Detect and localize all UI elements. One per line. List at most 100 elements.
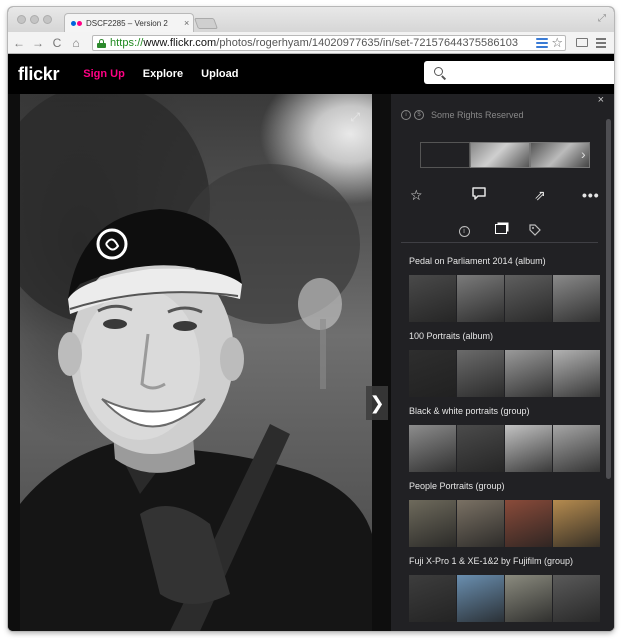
nav-explore-link[interactable]: Explore xyxy=(143,68,183,80)
album-thumbnail[interactable] xyxy=(553,575,600,622)
album-thumbnail[interactable] xyxy=(457,275,504,322)
omnibox-actions: ☆ xyxy=(536,36,563,49)
cc-noncommercial-icon: $ xyxy=(414,110,424,120)
album-title[interactable]: Pedal on Parliament 2014 (album) xyxy=(409,256,600,270)
album-thumbnail[interactable] xyxy=(409,350,456,397)
bookmark-star-icon[interactable]: ☆ xyxy=(551,36,563,49)
chevron-right-icon: ❯ xyxy=(369,392,385,413)
license-info[interactable]: i $ Some Rights Reserved xyxy=(401,110,524,120)
layers-icon[interactable] xyxy=(536,37,549,49)
minimize-window-button[interactable] xyxy=(30,15,39,24)
zoom-window-button[interactable] xyxy=(43,15,52,24)
tab-title: DSCF2285 – Version 2 xyxy=(86,18,168,28)
photo-actions: ☆ ⇗ ••• xyxy=(401,186,601,204)
album-thumbnail[interactable] xyxy=(505,575,552,622)
album-thumbnail[interactable] xyxy=(409,500,456,547)
album-thumbnail[interactable] xyxy=(505,275,552,322)
close-window-button[interactable] xyxy=(17,15,26,24)
search-box[interactable] xyxy=(424,61,614,84)
album-thumbnail[interactable] xyxy=(457,425,504,472)
album-thumbnail[interactable] xyxy=(505,350,552,397)
album-item[interactable]: Fuji X-Pro 1 & XE-1&2 by Fujifilm (group… xyxy=(409,556,600,622)
cast-icon[interactable] xyxy=(576,38,588,47)
album-thumbnail[interactable] xyxy=(553,425,600,472)
nav-signup-link[interactable]: Sign Up xyxy=(83,68,125,80)
tab-albums[interactable] xyxy=(492,224,510,237)
flickr-favicon-icon xyxy=(71,20,82,26)
nav-upload-link[interactable]: Upload xyxy=(201,68,238,80)
album-thumbnail[interactable] xyxy=(553,275,600,322)
rights-text: Some Rights Reserved xyxy=(431,110,524,120)
album-list: Pedal on Parliament 2014 (album) 100 Por… xyxy=(409,256,600,631)
url-scheme: https:// xyxy=(110,37,144,49)
close-panel-icon[interactable]: × xyxy=(598,94,604,106)
forward-icon[interactable]: → xyxy=(30,37,46,49)
album-thumbnails xyxy=(409,425,600,472)
portrait-illustration xyxy=(8,94,372,631)
album-title[interactable]: Fuji X-Pro 1 & XE-1&2 by Fujifilm (group… xyxy=(409,556,600,570)
album-thumbnails xyxy=(409,575,600,622)
album-item[interactable]: 100 Portraits (album) xyxy=(409,331,600,397)
new-tab-button[interactable] xyxy=(193,18,219,29)
album-thumbnails xyxy=(409,500,600,547)
address-bar[interactable]: https://www.flickr.com/photos/rogerhyam/… xyxy=(92,35,566,51)
album-title[interactable]: 100 Portraits (album) xyxy=(409,331,600,345)
albums-icon xyxy=(495,224,507,234)
side-panel: × i $ Some Rights Reserved › ☆ ⇗ ••• i P… xyxy=(391,94,614,631)
more-options-icon[interactable]: ••• xyxy=(582,186,600,204)
tab-info[interactable]: i xyxy=(455,224,473,237)
album-title[interactable]: Black & white portraits (group) xyxy=(409,406,600,420)
browser-window: DSCF2285 – Version 2 × ⤢ ← → C ⌂ https:/… xyxy=(8,7,614,631)
tag-icon xyxy=(529,224,541,236)
reload-icon[interactable]: C xyxy=(49,37,65,49)
browser-tab[interactable]: DSCF2285 – Version 2 × xyxy=(64,13,194,32)
tab-close-icon[interactable]: × xyxy=(184,18,189,28)
url-path: /photos/rogerhyam/14020977635/in/set-721… xyxy=(216,37,519,49)
browser-menu-icon[interactable] xyxy=(596,38,606,48)
album-item[interactable]: People Portraits (group) xyxy=(409,481,600,547)
photostream-empty-slot xyxy=(420,142,470,168)
cc-attribution-icon: i xyxy=(401,110,411,120)
panel-scrollbar[interactable] xyxy=(606,119,611,479)
tab-tags[interactable] xyxy=(526,224,544,239)
photostream-thumb-current[interactable] xyxy=(470,142,530,168)
info-icon: i xyxy=(458,226,470,237)
home-icon[interactable]: ⌂ xyxy=(68,37,84,49)
album-item[interactable]: Pedal on Parliament 2014 (album) xyxy=(409,256,600,322)
album-thumbnail[interactable] xyxy=(409,425,456,472)
next-photo-button[interactable]: ❯ xyxy=(366,386,388,420)
album-thumbnail[interactable] xyxy=(505,500,552,547)
search-input[interactable] xyxy=(452,66,602,79)
browser-toolbar: ← → C ⌂ https://www.flickr.com/photos/ro… xyxy=(8,32,614,54)
panel-tabs: i xyxy=(401,221,598,243)
title-bar: DSCF2285 – Version 2 × ⤢ xyxy=(8,7,614,32)
photo-viewer[interactable]: ⤢ ❯ xyxy=(8,94,391,631)
url-host: www.flickr.com xyxy=(143,37,217,49)
comment-icon[interactable] xyxy=(471,186,487,205)
flickr-logo[interactable]: flickr xyxy=(18,64,60,85)
album-thumbnail[interactable] xyxy=(409,575,456,622)
album-thumbnail[interactable] xyxy=(553,500,600,547)
album-thumbnails xyxy=(409,275,600,322)
main-photo[interactable]: ⤢ xyxy=(8,94,372,631)
flickr-header: flickr Sign Up Explore Upload xyxy=(8,54,614,94)
album-thumbnail[interactable] xyxy=(457,350,504,397)
album-item[interactable]: Black & white portraits (group) xyxy=(409,406,600,472)
album-thumbnail[interactable] xyxy=(553,350,600,397)
favorite-star-icon[interactable]: ☆ xyxy=(410,186,423,204)
search-icon[interactable] xyxy=(434,66,447,80)
photostream-strip xyxy=(420,142,590,168)
fullscreen-icon[interactable]: ⤢ xyxy=(598,13,606,24)
album-thumbnail[interactable] xyxy=(505,425,552,472)
lock-icon xyxy=(97,38,106,48)
album-title[interactable]: People Portraits (group) xyxy=(409,481,600,495)
url-text[interactable]: https://www.flickr.com/photos/rogerhyam/… xyxy=(110,37,518,49)
expand-photo-icon[interactable]: ⤢ xyxy=(350,110,360,125)
flickr-page: flickr Sign Up Explore Upload ⤢ ❯ × i $ … xyxy=(8,54,614,631)
album-thumbnail[interactable] xyxy=(409,275,456,322)
album-thumbnail[interactable] xyxy=(457,575,504,622)
photostream-next-icon[interactable]: › xyxy=(581,146,586,162)
album-thumbnail[interactable] xyxy=(457,500,504,547)
share-icon[interactable]: ⇗ xyxy=(534,186,546,204)
back-icon[interactable]: ← xyxy=(11,37,27,49)
